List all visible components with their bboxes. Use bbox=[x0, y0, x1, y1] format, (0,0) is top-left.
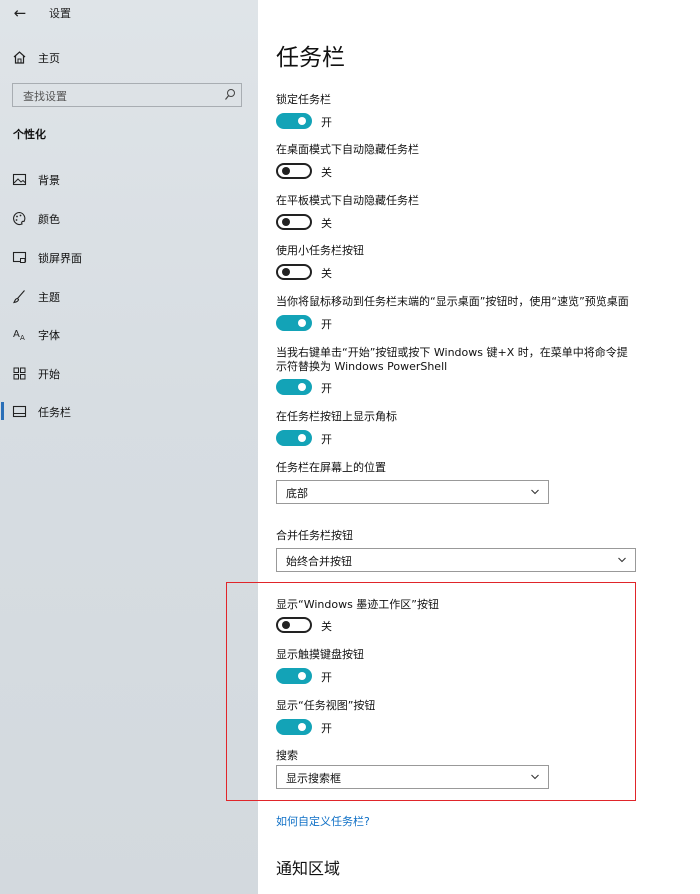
chevron-down-icon bbox=[531, 489, 539, 495]
sidebar-item-lock-screen[interactable]: 锁屏界面 bbox=[0, 243, 258, 273]
sidebar-item-label: 字体 bbox=[38, 329, 60, 342]
toggle-state: 关 bbox=[321, 217, 332, 230]
toggle-knob bbox=[282, 218, 290, 226]
lock-taskbar-label: 锁定任务栏 bbox=[276, 93, 331, 106]
autohide-desktop-toggle[interactable] bbox=[276, 163, 312, 179]
lock-taskbar-toggle[interactable] bbox=[276, 113, 312, 129]
search-input[interactable]: 查找设置 bbox=[12, 83, 242, 107]
toggle-knob bbox=[282, 268, 290, 276]
toggle-state: 开 bbox=[321, 116, 332, 129]
brush-icon bbox=[13, 290, 25, 304]
sidebar-item-label: 颜色 bbox=[38, 213, 60, 226]
image-icon bbox=[12, 173, 27, 186]
sidebar-item-label: 任务栏 bbox=[38, 406, 71, 419]
toggle-state: 关 bbox=[321, 267, 332, 280]
autohide-tablet-toggle[interactable] bbox=[276, 214, 312, 230]
sidebar-item-label: 开始 bbox=[38, 368, 60, 381]
app-title: 设置 bbox=[49, 7, 71, 20]
toggle-state: 开 bbox=[321, 382, 332, 395]
toggle-state: 开 bbox=[321, 318, 332, 331]
peek-toggle[interactable] bbox=[276, 315, 312, 331]
section-title: 个性化 bbox=[13, 128, 46, 141]
badges-label: 在任务栏按钮上显示角标 bbox=[276, 410, 397, 423]
toggle-knob bbox=[282, 167, 290, 175]
toggle-knob bbox=[298, 117, 306, 125]
font-icon: AA bbox=[13, 329, 25, 342]
powershell-toggle[interactable] bbox=[276, 379, 312, 395]
highlight-box bbox=[226, 582, 636, 801]
small-buttons-toggle[interactable] bbox=[276, 264, 312, 280]
small-buttons-label: 使用小任务栏按钮 bbox=[276, 244, 364, 257]
search-placeholder: 查找设置 bbox=[23, 90, 67, 103]
toggle-knob bbox=[298, 434, 306, 442]
sidebar-item-fonts[interactable]: AA 字体 bbox=[0, 320, 258, 350]
sidebar-item-label: 锁屏界面 bbox=[38, 252, 82, 265]
taskbar-icon bbox=[12, 405, 27, 418]
chevron-down-icon bbox=[618, 557, 626, 563]
sidebar-item-label: 主页 bbox=[38, 52, 60, 65]
combine-buttons-label: 合并任务栏按钮 bbox=[276, 529, 353, 542]
back-arrow-icon[interactable]: ← bbox=[10, 3, 30, 23]
taskbar-position-dropdown[interactable]: 底部 bbox=[276, 480, 549, 504]
svg-text:A: A bbox=[13, 329, 20, 340]
toggle-knob bbox=[298, 383, 306, 391]
palette-icon bbox=[13, 211, 26, 226]
svg-text:A: A bbox=[20, 334, 25, 342]
sidebar: ← 设置 主页 查找设置 个性化 背景 颜色 锁屏界面 主题 AA 字体 开始 … bbox=[0, 0, 258, 894]
sidebar-item-themes[interactable]: 主题 bbox=[0, 282, 258, 312]
sidebar-item-label: 背景 bbox=[38, 174, 60, 187]
start-grid-icon bbox=[13, 367, 26, 380]
powershell-label-line2: 示符替换为 Windows PowerShell bbox=[276, 360, 448, 373]
badges-toggle[interactable] bbox=[276, 430, 312, 446]
peek-label: 当你将鼠标移动到任务栏末端的“显示桌面”按钮时，使用“速览”预览桌面 bbox=[276, 295, 629, 308]
dropdown-value: 底部 bbox=[286, 487, 308, 500]
dropdown-value: 始终合并按钮 bbox=[286, 555, 352, 568]
search-icon bbox=[225, 89, 235, 100]
sidebar-item-background[interactable]: 背景 bbox=[0, 165, 258, 195]
title-bar: ← 设置 bbox=[0, 0, 258, 26]
sidebar-item-taskbar[interactable]: 任务栏 bbox=[0, 397, 258, 427]
taskbar-position-label: 任务栏在屏幕上的位置 bbox=[276, 461, 386, 474]
toggle-state: 关 bbox=[321, 166, 332, 179]
autohide-tablet-label: 在平板模式下自动隐藏任务栏 bbox=[276, 194, 419, 207]
toggle-knob bbox=[298, 319, 306, 327]
sidebar-item-home[interactable]: 主页 bbox=[0, 43, 258, 73]
toggle-state: 开 bbox=[321, 433, 332, 446]
autohide-desktop-label: 在桌面模式下自动隐藏任务栏 bbox=[276, 143, 419, 156]
lock-screen-icon bbox=[12, 251, 27, 263]
sidebar-item-label: 主题 bbox=[38, 291, 60, 304]
home-icon bbox=[13, 51, 26, 64]
notification-area-heading: 通知区域 bbox=[276, 859, 341, 878]
combine-buttons-dropdown[interactable]: 始终合并按钮 bbox=[276, 548, 636, 572]
customize-taskbar-link[interactable]: 如何自定义任务栏? bbox=[276, 813, 370, 829]
page-title: 任务栏 bbox=[276, 45, 345, 71]
sidebar-item-colors[interactable]: 颜色 bbox=[0, 204, 258, 234]
sidebar-item-start[interactable]: 开始 bbox=[0, 359, 258, 389]
